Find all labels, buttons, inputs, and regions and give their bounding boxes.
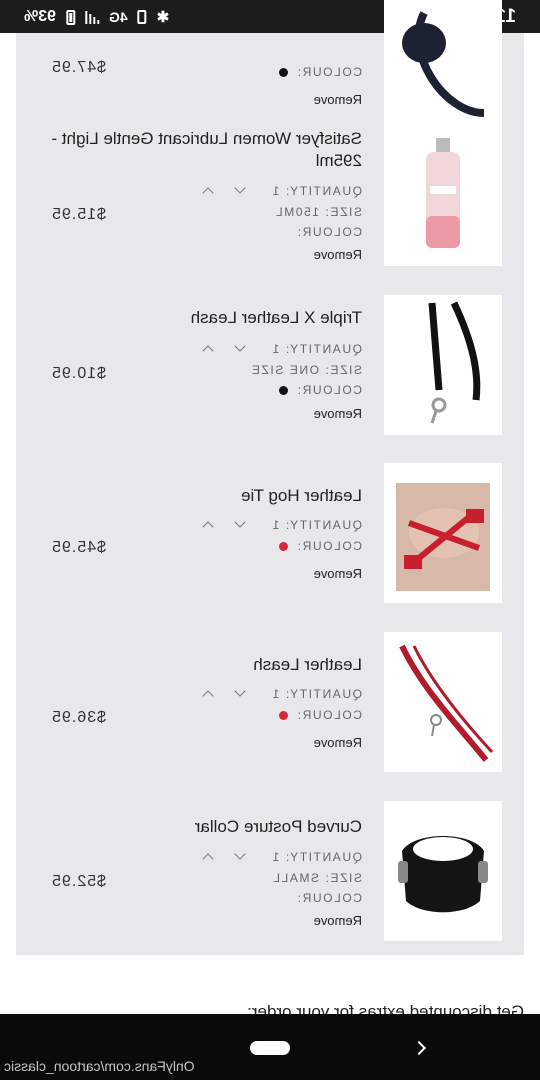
black-leash-thumb-icon[interactable] [384,295,502,435]
item-name[interactable]: Leather Leash [46,654,362,676]
item-quantity: QUANTITY: 1 [271,687,362,701]
lubricant-bottle-thumb-icon[interactable] [384,126,502,266]
item-name[interactable]: Triple X Leather Leash [46,307,362,329]
item-name[interactable]: Satisfyer Women Lubricant Gentle Light -… [46,128,362,172]
remove-button[interactable]: Remove [306,913,362,928]
cart-item: Leather Leash QUANTITY: 1 COLOUR: Remove… [16,632,524,772]
colour-swatch [279,68,289,78]
cart-item: Curved Posture Collar QUANTITY: 1 SIZE: … [16,801,524,941]
item-colour: COLOUR: [186,708,362,722]
remove-button[interactable]: Remove [306,735,362,750]
item-size: SIZE: 150ML [274,205,362,219]
remove-button[interactable]: Remove [306,566,362,581]
colour-swatch [279,542,289,552]
item-price: $45.95 [51,539,106,556]
item-colour: COLOUR: [186,65,362,79]
remove-button[interactable]: Remove [306,406,362,421]
item-colour: COLOUR: [296,891,362,905]
item-quantity: QUANTITY: 1 [271,518,362,532]
item-price: $10.95 [51,365,106,382]
colour-swatch [279,386,289,396]
home-pill-button[interactable] [250,1041,290,1055]
item-quantity: QUANTITY: 1 [271,850,362,864]
item-price: $52.95 [51,873,106,890]
cart-item: Satisfyer Women Lubricant Gentle Light -… [16,126,524,266]
item-colour: COLOUR: [186,539,362,553]
item-name[interactable]: Curved Posture Collar [46,816,362,838]
item-size: SIZE: ONE SIZE [250,363,362,377]
ball-gag-thumb-icon[interactable] [384,0,502,133]
item-name[interactable]: Leather Hog Tie [46,485,362,507]
remove-button[interactable]: Remove [306,92,362,107]
item-quantity: QUANTITY: 1 [271,184,362,198]
item-price: $15.95 [51,206,106,223]
item-colour: COLOUR: [186,383,362,397]
cart-item: Triple X Leather Leash QUANTITY: 1 SIZE:… [16,295,524,435]
cart-item: COLOUR: Remove $47.95 [16,0,524,133]
colour-swatch [279,711,289,721]
item-colour: COLOUR: [296,225,362,239]
red-leash-thumb-icon[interactable] [384,632,502,772]
hog-tie-photo-thumb-icon[interactable] [384,463,502,603]
back-chevron-icon[interactable] [414,1041,426,1053]
remove-button[interactable]: Remove [306,247,362,262]
item-price: $47.95 [51,59,106,76]
cart-items-panel: COLOUR: Remove $47.95 Satisfyer Women Lu… [16,0,524,955]
watermark-text: OnlyFans.com/cartoon_classic [4,1058,195,1074]
item-price: $36.95 [51,709,106,726]
item-size: SIZE: SMALL [271,871,362,885]
cart-item: Leather Hog Tie QUANTITY: 1 COLOUR: Remo… [16,463,524,603]
posture-collar-thumb-icon[interactable] [384,801,502,941]
item-quantity: QUANTITY: 1 [271,342,362,356]
